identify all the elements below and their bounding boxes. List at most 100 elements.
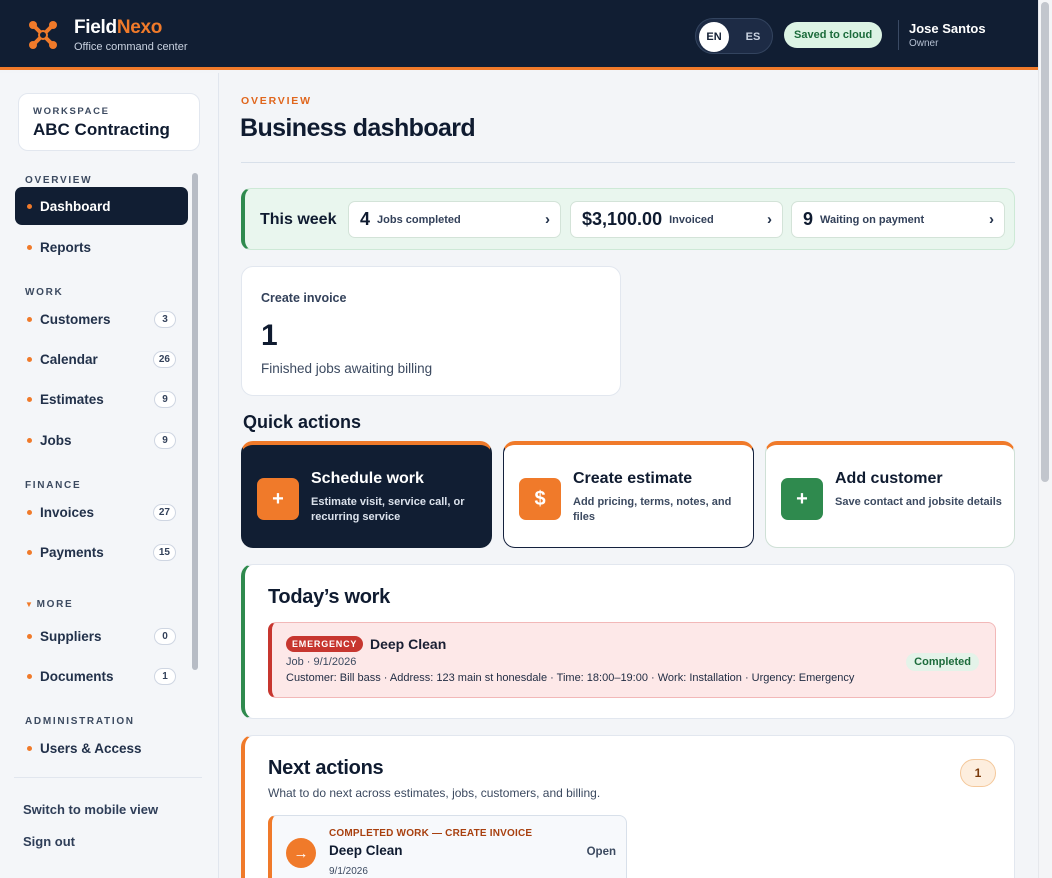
stat-waiting-payment[interactable]: 9 Waiting on payment › xyxy=(791,201,1005,238)
sidebar-item-label: Calendar xyxy=(40,351,98,367)
sidebar-item-documents[interactable]: Documents 1 xyxy=(15,657,188,695)
awaiting-billing-count: 1 xyxy=(261,319,278,352)
this-week-summary: This week 4 Jobs completed › $3,100.00 I… xyxy=(241,188,1015,250)
quick-action-title: Add customer xyxy=(835,470,943,487)
next-action-title: Deep Clean xyxy=(329,843,403,858)
next-actions-card: Next actions What to do next across esti… xyxy=(241,735,1015,878)
emergency-badge: EMERGENCY xyxy=(286,636,364,652)
nav-section-overview: OVERVIEW xyxy=(25,175,93,186)
bullet-icon xyxy=(27,396,32,402)
sidebar-item-users-access[interactable]: Users & Access xyxy=(15,729,188,767)
lang-es-button[interactable]: ES xyxy=(738,22,768,52)
user-name[interactable]: Jose Santos xyxy=(909,21,986,36)
quick-action-desc: Save contact and jobsite details xyxy=(835,496,1002,508)
chevron-right-icon: › xyxy=(989,211,994,228)
todays-work-card: Today’s work EMERGENCY Deep Clean Job · … xyxy=(241,564,1015,719)
job-details: Customer: Bill bass · Address: 123 main … xyxy=(286,672,855,684)
bullet-icon xyxy=(27,356,32,362)
sidebar-item-label: Payments xyxy=(40,544,104,560)
sidebar-item-customers[interactable]: Customers 3 xyxy=(15,300,188,338)
nav-section-administration: ADMINISTRATION xyxy=(25,716,135,727)
stat-label: Jobs completed xyxy=(377,213,461,226)
count-badge: 27 xyxy=(152,504,176,521)
sidebar-item-jobs[interactable]: Jobs 9 xyxy=(15,421,188,459)
this-week-label: This week xyxy=(260,211,337,228)
next-action-item[interactable]: → COMPLETED WORK — CREATE INVOICE Deep C… xyxy=(268,815,627,878)
stat-label: Invoiced xyxy=(669,213,714,226)
arrow-right-icon: → xyxy=(286,838,316,868)
brand-subtitle: Office command center xyxy=(74,41,188,53)
quick-action-title: Schedule work xyxy=(311,470,424,487)
stat-invoiced[interactable]: $3,100.00 Invoiced › xyxy=(570,201,783,238)
add-customer-button[interactable]: + Add customer Save contact and jobsite … xyxy=(765,441,1015,548)
count-badge: 1 xyxy=(154,668,176,685)
sign-out-link[interactable]: Sign out xyxy=(23,834,75,849)
brand-name: FieldNexo xyxy=(74,17,163,38)
sidebar-nav[interactable]: OVERVIEW Dashboard Reports WORK Customer… xyxy=(0,169,204,849)
create-invoice-title: Create invoice xyxy=(261,291,347,305)
schedule-work-button[interactable]: + Schedule work Estimate visit, service … xyxy=(241,441,492,548)
saved-status-badge: Saved to cloud xyxy=(784,22,883,48)
stat-value: $3,100.00 xyxy=(582,209,663,229)
awaiting-billing-label: Finished jobs awaiting billing xyxy=(261,361,433,376)
quick-action-desc: Estimate visit, service call, or recurri… xyxy=(311,496,465,523)
sidebar-item-suppliers[interactable]: Suppliers 0 xyxy=(15,617,188,655)
page-title: Business dashboard xyxy=(240,114,476,142)
plus-icon: + xyxy=(781,478,823,520)
bullet-icon xyxy=(27,316,32,322)
user-role: Owner xyxy=(909,38,939,49)
sidebar-item-label: Customers xyxy=(40,311,111,327)
sidebar-item-label: Estimates xyxy=(40,391,104,407)
chevron-right-icon: › xyxy=(767,211,772,228)
next-actions-count-badge: 1 xyxy=(960,759,996,787)
open-button[interactable]: Open xyxy=(587,846,616,858)
sidebar: WORKSPACE ABC Contracting OVERVIEW Dashb… xyxy=(0,73,219,878)
sidebar-item-calendar[interactable]: Calendar 26 xyxy=(15,340,188,378)
chevron-right-icon: › xyxy=(545,211,550,228)
nav-section-more-toggle[interactable]: ▼ MORE xyxy=(25,599,73,610)
next-action-eyebrow: COMPLETED WORK — CREATE INVOICE xyxy=(329,828,533,839)
bullet-icon xyxy=(27,437,32,443)
stat-label: Waiting on payment xyxy=(820,213,925,226)
bullet-icon xyxy=(27,633,32,639)
page-eyebrow: OVERVIEW xyxy=(241,95,312,107)
workspace-name: ABC Contracting xyxy=(33,120,170,139)
create-estimate-button[interactable]: $ Create estimate Add pricing, terms, no… xyxy=(503,441,754,548)
create-invoice-card[interactable]: Create invoice 1 Finished jobs awaiting … xyxy=(241,266,621,396)
title-divider xyxy=(241,162,1015,163)
stat-value: 4 xyxy=(360,209,371,229)
sidebar-item-estimates[interactable]: Estimates 9 xyxy=(15,380,188,418)
workspace-label: WORKSPACE xyxy=(33,106,110,117)
quick-actions-title: Quick actions xyxy=(243,412,362,432)
job-row[interactable]: EMERGENCY Deep Clean Job · 9/1/2026 Cust… xyxy=(268,622,996,698)
sidebar-item-label: Invoices xyxy=(40,504,95,520)
sidebar-item-reports[interactable]: Reports xyxy=(15,228,188,266)
count-badge: 9 xyxy=(154,432,176,449)
count-badge: 3 xyxy=(154,311,176,328)
workspace-card[interactable]: WORKSPACE ABC Contracting xyxy=(18,93,200,151)
bullet-icon xyxy=(27,745,32,751)
count-badge: 0 xyxy=(154,628,176,645)
plus-icon: + xyxy=(257,478,299,520)
lang-en-button[interactable]: EN xyxy=(699,22,729,52)
sidebar-item-label: Documents xyxy=(40,668,114,684)
sidebar-item-payments[interactable]: Payments 15 xyxy=(15,533,188,571)
sidebar-item-label: Users & Access xyxy=(40,740,142,756)
job-meta: Job · 9/1/2026 xyxy=(286,656,357,668)
stat-jobs-completed[interactable]: 4 Jobs completed › xyxy=(348,201,561,238)
fieldnexo-logo-icon xyxy=(29,21,57,49)
sidebar-item-dashboard[interactable]: Dashboard xyxy=(15,187,188,225)
switch-mobile-link[interactable]: Switch to mobile view xyxy=(23,802,158,817)
sidebar-item-label: Dashboard xyxy=(40,198,111,214)
nav-section-work: WORK xyxy=(25,287,64,298)
sidebar-scrollbar[interactable] xyxy=(192,173,198,670)
sidebar-item-label: Reports xyxy=(40,239,92,255)
sidebar-item-invoices[interactable]: Invoices 27 xyxy=(15,493,188,531)
language-toggle[interactable]: EN ES xyxy=(695,18,773,54)
todays-work-title: Today’s work xyxy=(268,586,390,608)
job-title: Deep Clean xyxy=(370,636,447,652)
bullet-icon xyxy=(27,203,32,209)
brand[interactable]: FieldNexo Office command center xyxy=(74,17,188,53)
page-scrollbar-thumb[interactable] xyxy=(1041,2,1049,482)
next-action-date: 9/1/2026 xyxy=(329,866,368,877)
